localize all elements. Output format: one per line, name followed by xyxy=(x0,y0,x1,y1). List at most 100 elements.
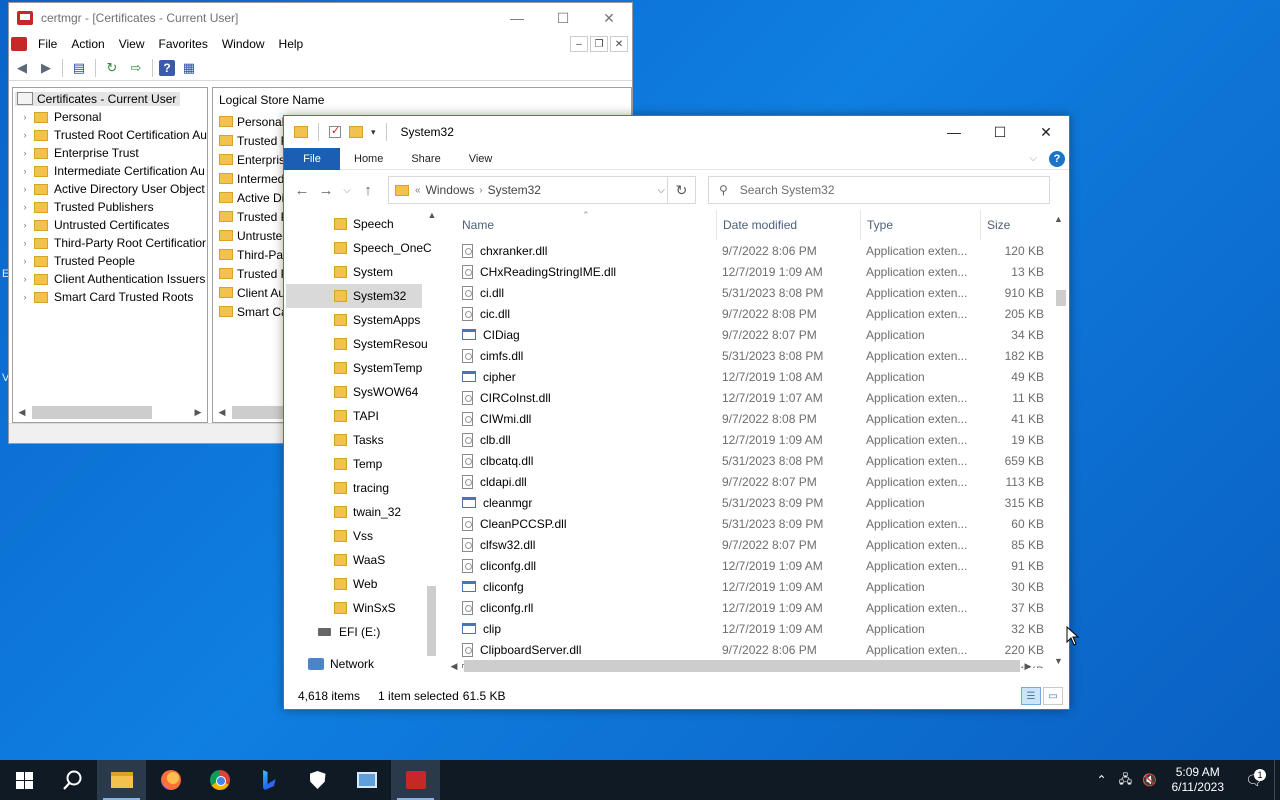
tab-share[interactable]: Share xyxy=(397,153,454,165)
nav-item-folder[interactable]: WaaS xyxy=(284,548,440,572)
file-horizontal-scrollbar[interactable]: ◀ ▶ xyxy=(446,658,1054,674)
scroll-left-icon[interactable]: ◀ xyxy=(446,661,462,672)
search-button[interactable] xyxy=(48,760,97,800)
system-menu-icon[interactable] xyxy=(11,37,27,51)
nav-item-folder[interactable]: WinSxS xyxy=(284,596,440,620)
taskbar-file-explorer[interactable] xyxy=(97,760,146,800)
customize-dropdown-icon[interactable]: ▾ xyxy=(371,127,376,138)
file-row[interactable]: clbcatq.dll 5/31/2023 8:08 PM Application … xyxy=(446,450,1070,471)
file-row[interactable]: cipher 12/7/2019 1:08 AM Application 49 KB xyxy=(446,366,1070,387)
chevron-right-icon[interactable]: › xyxy=(19,238,31,248)
chevron-right-icon[interactable]: › xyxy=(19,148,31,158)
file-row[interactable]: CHxReadingStringIME.dll 12/7/2019 1:09 AM… xyxy=(446,261,1070,282)
close-button[interactable]: ✕ xyxy=(586,3,632,33)
forward-arrow-icon[interactable]: → xyxy=(314,182,338,199)
chevron-right-icon[interactable]: › xyxy=(19,292,31,302)
large-icons-view-icon[interactable]: ▭ xyxy=(1043,687,1063,705)
file-row[interactable]: clb.dll 12/7/2019 1:09 AM Application exte… xyxy=(446,429,1070,450)
forward-arrow-icon[interactable]: ▶ xyxy=(36,58,56,78)
taskbar-bing[interactable] xyxy=(244,760,293,800)
nav-item-folder[interactable]: SystemResou xyxy=(284,332,440,356)
tree-root[interactable]: Certificates - Current User xyxy=(13,90,207,108)
back-arrow-icon[interactable]: ← xyxy=(290,182,314,199)
tree-item[interactable]: › Trusted Root Certification Au xyxy=(13,126,207,144)
scroll-up-icon[interactable]: ▲ xyxy=(1054,214,1063,224)
taskbar-remote-desktop[interactable] xyxy=(342,760,391,800)
scroll-right-icon[interactable]: ▶ xyxy=(190,407,206,418)
scroll-thumb[interactable] xyxy=(464,660,1020,672)
scroll-left-icon[interactable]: ◀ xyxy=(214,407,230,418)
file-row[interactable]: cleanmgr 5/31/2023 8:09 PM Application 315 … xyxy=(446,492,1070,513)
menu-item-help[interactable]: Help xyxy=(272,37,311,51)
scroll-left-icon[interactable]: ◀ xyxy=(14,407,30,418)
file-row[interactable]: cic.dll 9/7/2022 8:08 PM Application exten… xyxy=(446,303,1070,324)
file-row[interactable]: cliconfg.rll 12/7/2019 1:09 AM Application… xyxy=(446,597,1070,618)
nav-item-folder[interactable]: tracing xyxy=(284,476,440,500)
tree-item[interactable]: › Enterprise Trust xyxy=(13,144,207,162)
scroll-thumb[interactable] xyxy=(1056,290,1066,306)
maximize-button[interactable]: ☐ xyxy=(540,3,586,33)
nav-vertical-scrollbar[interactable]: ▲ xyxy=(424,210,440,670)
chevron-right-icon[interactable]: › xyxy=(19,256,31,266)
up-arrow-icon[interactable]: ↑ xyxy=(356,182,380,199)
nav-item-folder[interactable]: SystemTemp xyxy=(284,356,440,380)
tab-view[interactable]: View xyxy=(455,153,507,165)
show-hide-tree-icon[interactable]: ▤ xyxy=(69,58,89,78)
file-row[interactable]: ClipboardServer.dll 9/7/2022 8:06 PM Appli… xyxy=(446,639,1070,660)
notification-center-button[interactable]: 🗨 1 xyxy=(1234,768,1274,789)
file-row[interactable]: ci.dll 5/31/2023 8:08 PM Application exten… xyxy=(446,282,1070,303)
search-input[interactable]: ⚲ Search System32 xyxy=(708,176,1050,204)
tree-item[interactable]: › Active Directory User Object xyxy=(13,180,207,198)
file-row[interactable]: cliconfg.dll 12/7/2019 1:09 AM Application… xyxy=(446,555,1070,576)
column-header-logical-store-name[interactable]: Logical Store Name xyxy=(213,88,631,112)
clock[interactable]: 5:09 AM 6/11/2023 xyxy=(1162,765,1235,795)
minimize-button[interactable]: — xyxy=(931,117,977,147)
refresh-icon[interactable]: ↻ xyxy=(667,176,695,204)
menu-item-favorites[interactable]: Favorites xyxy=(152,37,215,51)
nav-item-folder[interactable]: System xyxy=(284,260,440,284)
file-row[interactable]: chxranker.dll 9/7/2022 8:06 PM Application… xyxy=(446,240,1070,261)
tab-home[interactable]: Home xyxy=(340,153,397,165)
file-vertical-scrollbar[interactable]: ▲ ▼ xyxy=(1054,210,1068,670)
scroll-thumb[interactable] xyxy=(427,586,436,656)
chevron-right-icon[interactable]: › xyxy=(19,220,31,230)
file-row[interactable]: CIDiag 9/7/2022 8:07 PM Application 34 KB xyxy=(446,324,1070,345)
file-row[interactable]: CleanPCCSP.dll 5/31/2023 8:09 PM Applicati… xyxy=(446,513,1070,534)
back-arrow-icon[interactable]: ◀ xyxy=(12,58,32,78)
file-row[interactable]: cliconfg 12/7/2019 1:09 AM Application 30 K… xyxy=(446,576,1070,597)
tree-item[interactable]: › Untrusted Certificates xyxy=(13,216,207,234)
nav-item-folder[interactable]: twain_32 xyxy=(284,500,440,524)
nav-item-folder[interactable]: System32 xyxy=(286,284,422,308)
close-button[interactable]: ✕ xyxy=(1023,117,1069,147)
properties-icon[interactable]: ▦ xyxy=(179,58,199,78)
tree-item[interactable]: › Trusted Publishers xyxy=(13,198,207,216)
export-list-icon[interactable]: ⇨ xyxy=(126,58,146,78)
nav-item-folder[interactable]: Speech_OneC xyxy=(284,236,440,260)
column-header-date-modified[interactable]: Date modified xyxy=(716,210,860,240)
nav-item-folder[interactable]: TAPI xyxy=(284,404,440,428)
breadcrumb-windows[interactable]: Windows xyxy=(426,183,475,197)
chevron-right-icon[interactable]: › xyxy=(19,184,31,194)
tree-horizontal-scrollbar[interactable]: ◀ ▶ xyxy=(14,404,206,421)
nav-item-efi-drive[interactable]: EFI (E:) xyxy=(284,620,440,644)
chevron-right-icon[interactable]: › xyxy=(19,202,31,212)
menu-item-action[interactable]: Action xyxy=(64,37,111,51)
recent-locations-icon[interactable]: ⌵ xyxy=(338,185,356,196)
scroll-right-icon[interactable]: ▶ xyxy=(1020,661,1036,672)
tree-item[interactable]: › Client Authentication Issuers xyxy=(13,270,207,288)
mdi-restore-button[interactable]: ❐ xyxy=(590,36,608,52)
file-row[interactable]: CIRCoInst.dll 12/7/2019 1:07 AM Applicatio… xyxy=(446,387,1070,408)
network-icon[interactable]: 🖧 xyxy=(1114,770,1138,791)
file-row[interactable]: clip 12/7/2019 1:09 AM Application 32 KB xyxy=(446,618,1070,639)
taskbar-firefox[interactable] xyxy=(146,760,195,800)
tab-file[interactable]: File xyxy=(284,147,340,170)
mdi-minimize-button[interactable]: – xyxy=(570,36,588,52)
expand-ribbon-icon[interactable]: ⌵ xyxy=(1029,153,1037,164)
nav-item-folder[interactable]: Temp xyxy=(284,452,440,476)
chevron-right-icon[interactable]: › xyxy=(19,274,31,284)
chevron-right-icon[interactable]: › xyxy=(19,112,31,122)
mdi-close-button[interactable]: ✕ xyxy=(610,36,628,52)
tree-item[interactable]: › Smart Card Trusted Roots xyxy=(13,288,207,306)
help-icon[interactable]: ? xyxy=(159,59,175,76)
nav-item-folder[interactable]: Speech xyxy=(284,212,440,236)
